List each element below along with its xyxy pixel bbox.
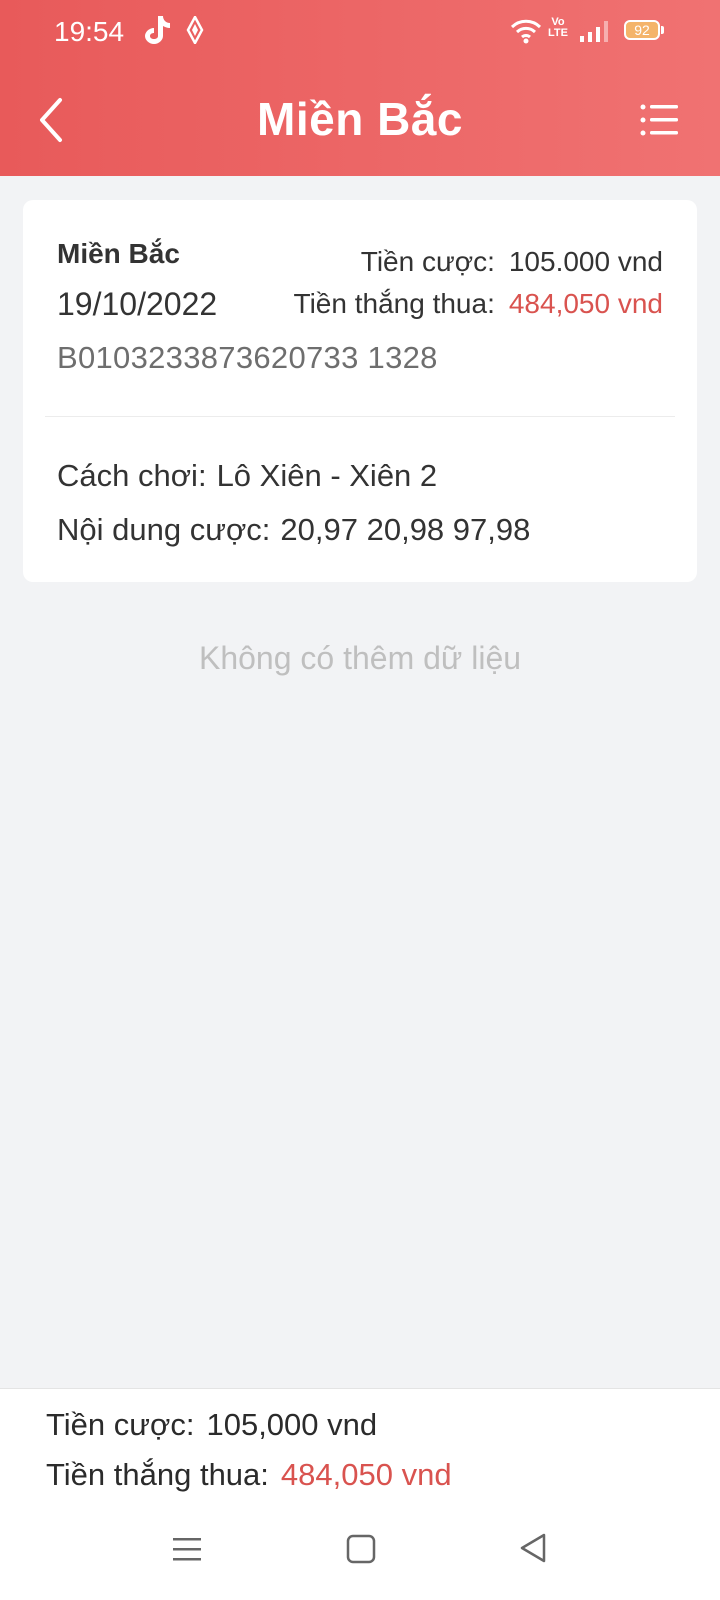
bet-content-value: 20,97 20,98 97,98 (280, 512, 531, 547)
play-type-row: Cách chơi: Lô Xiên - Xiên 2 (57, 458, 437, 494)
nav-menu-icon[interactable] (172, 1534, 202, 1569)
ticket-stake-label: Tiền cược: (360, 246, 495, 277)
bet-content-row: Nội dung cược: 20,97 20,98 97,98 (57, 512, 530, 548)
ticket-result-value: 484,050 vnd (508, 288, 663, 319)
summary-stake-value: 105,000 vnd (206, 1407, 378, 1442)
card-divider (45, 416, 675, 417)
battery-level: 92 (624, 20, 660, 40)
bet-content-label: Nội dung cược: (57, 512, 271, 547)
no-more-data-text: Không có thêm dữ liệu (198, 640, 522, 676)
nav-back-icon[interactable] (518, 1532, 548, 1569)
system-nav-bar (0, 1500, 720, 1600)
summary-footer: Tiền cược: 105,000 vnd Tiền thắng thua: 48… (0, 1388, 720, 1501)
play-type-label: Cách chơi: (57, 458, 207, 493)
play-type-value: Lô Xiên - Xiên 2 (216, 458, 438, 493)
app-icon (186, 14, 204, 49)
status-time: 19:54 (54, 16, 125, 47)
ticket-id: B0103233873620733 1328 (57, 340, 438, 375)
ticket-stake-value: 105.000 vnd (508, 246, 663, 277)
summary-stake-row: Tiền cược: 105,000 vnd (46, 1407, 377, 1443)
summary-stake-label: Tiền cược: (46, 1407, 195, 1442)
wifi-icon (510, 18, 542, 49)
menu-icon[interactable] (640, 102, 680, 138)
ticket-result-row: Tiền thắng thua: 484,050 vnd (294, 288, 663, 320)
summary-result-value: 484,050 vnd (280, 1457, 452, 1492)
tiktok-icon (144, 14, 170, 49)
app-header: 19:54 Vo LTE 92 Miền Bắc (0, 0, 720, 176)
summary-result-label: Tiền thắng thua: (46, 1457, 269, 1492)
bet-ticket-card[interactable]: Miền Bắc 19/10/2022 B0103233873620733 13… (23, 200, 697, 582)
ticket-region: Miền Bắc (57, 238, 180, 269)
ticket-date: 19/10/2022 (57, 286, 218, 322)
summary-result-row: Tiền thắng thua: 484,050 vnd (46, 1457, 452, 1493)
page-title: Miền Bắc (257, 93, 463, 145)
volte-icon: Vo LTE (548, 17, 568, 39)
battery-tip (661, 26, 664, 34)
ticket-stake-row: Tiền cược: 105.000 vnd (361, 246, 663, 278)
battery-icon: 92 (624, 20, 664, 42)
volte-bottom: LTE (548, 27, 568, 39)
ticket-result-label: Tiền thắng thua: (293, 288, 495, 319)
signal-icon (578, 18, 612, 49)
nav-home-icon[interactable] (346, 1534, 376, 1569)
